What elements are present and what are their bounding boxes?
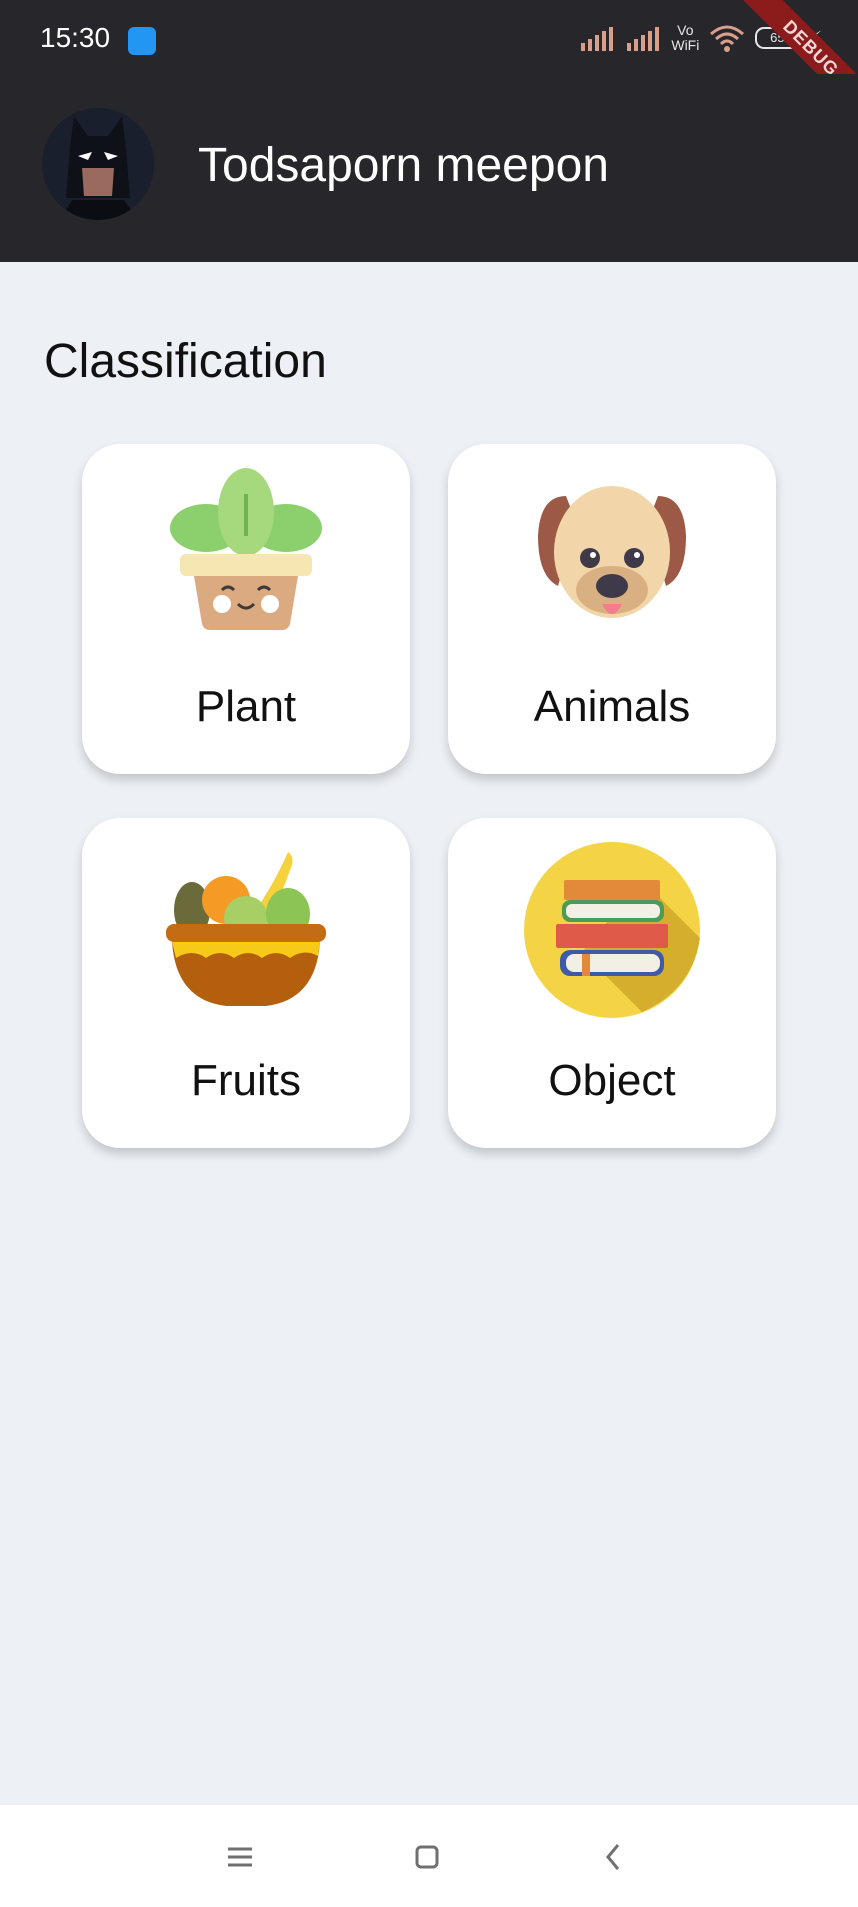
potted-plant-icon xyxy=(170,468,322,630)
category-label: Plant xyxy=(195,682,297,731)
category-card-fruits[interactable]: Fruits xyxy=(82,818,410,1148)
avatar[interactable] xyxy=(42,108,154,220)
dog-face-icon xyxy=(538,486,686,618)
section-title: Classification xyxy=(44,335,327,388)
vowifi-top-label: Vo xyxy=(677,22,694,38)
category-card-animals[interactable]: Animals xyxy=(448,444,776,774)
notification-app-icon xyxy=(128,27,156,55)
signal-icon xyxy=(581,27,614,51)
status-time: 15:30 xyxy=(40,22,111,53)
wifi-icon xyxy=(710,25,745,52)
batman-avatar-icon xyxy=(42,108,154,220)
back-icon[interactable] xyxy=(598,1841,630,1873)
category-card-object[interactable]: Object xyxy=(448,818,776,1148)
category-label: Fruits xyxy=(191,1056,301,1105)
category-label: Object xyxy=(548,1056,676,1105)
fruit-basket-icon xyxy=(166,852,326,1006)
books-icon xyxy=(524,842,700,1018)
menu-icon[interactable] xyxy=(224,1841,256,1873)
home-icon[interactable] xyxy=(411,1841,443,1873)
signal-icon xyxy=(627,27,660,51)
category-grid: Plant Animals Fruits Object xyxy=(82,444,776,1148)
category-card-plant[interactable]: Plant xyxy=(82,444,410,774)
status-bar: 15:30 Vo WiFi 65 ⚡ DEBUG xyxy=(0,0,858,133)
app-bar: Todsaporn meepon xyxy=(0,74,858,262)
vowifi-bottom-label: WiFi xyxy=(671,37,700,53)
vowifi-indicator: Vo WiFi xyxy=(671,23,699,53)
system-navigation-bar xyxy=(0,1805,858,1907)
user-name: Todsaporn meepon xyxy=(198,139,609,192)
category-label: Animals xyxy=(533,682,691,731)
